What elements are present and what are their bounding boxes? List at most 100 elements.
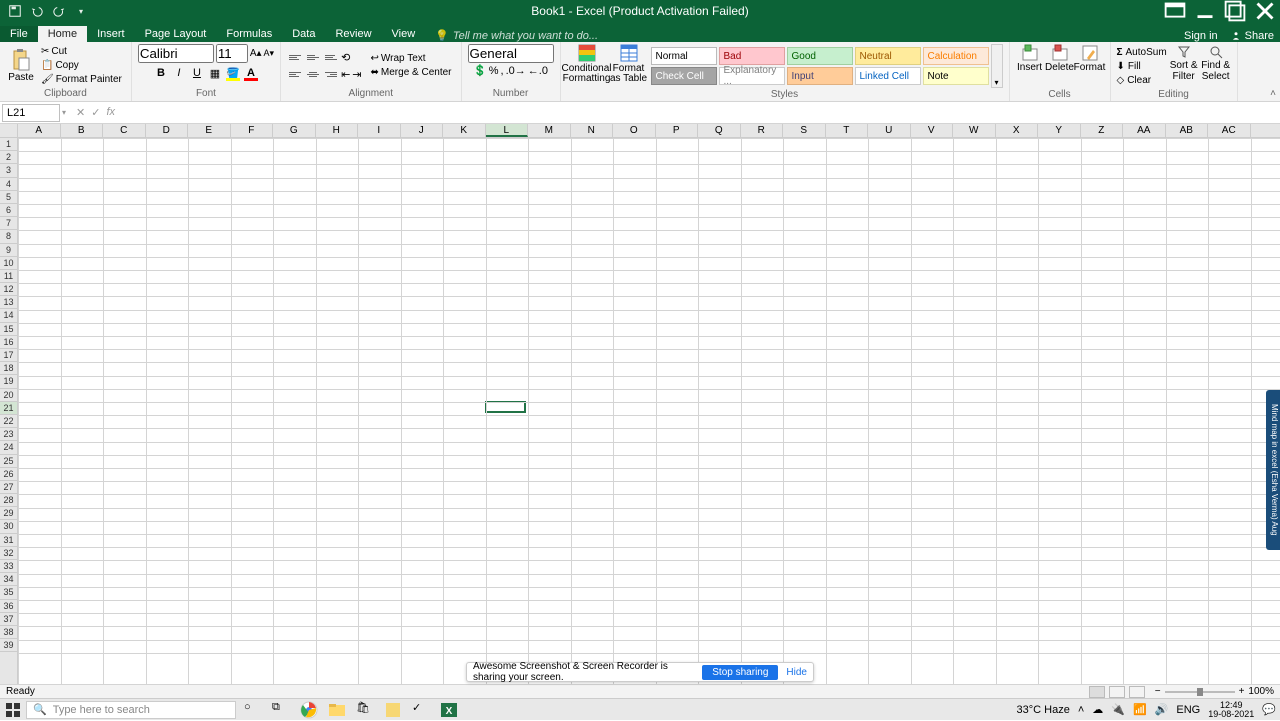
tab-view[interactable]: View: [382, 26, 426, 42]
zoom-in-button[interactable]: +: [1239, 686, 1245, 697]
clear-button[interactable]: ◇Clear: [1117, 74, 1167, 87]
number-format-select[interactable]: [468, 44, 554, 63]
align-right-button[interactable]: [323, 66, 339, 82]
tab-home[interactable]: Home: [38, 26, 87, 42]
task-icon[interactable]: ✓: [412, 701, 430, 719]
column-header[interactable]: AA: [1123, 124, 1166, 137]
row-header[interactable]: 29: [0, 507, 17, 520]
font-name-select[interactable]: [138, 44, 214, 63]
underline-button[interactable]: U: [189, 65, 205, 81]
style-cell[interactable]: Input: [787, 67, 853, 85]
row-header[interactable]: 36: [0, 600, 17, 613]
qat-customize-icon[interactable]: ▾: [74, 4, 88, 18]
row-header[interactable]: 27: [0, 481, 17, 494]
column-header[interactable]: F: [231, 124, 274, 137]
row-header[interactable]: 11: [0, 270, 17, 283]
row-header[interactable]: 35: [0, 586, 17, 599]
decrease-indent-button[interactable]: ⇤: [341, 68, 350, 81]
column-header[interactable]: A: [18, 124, 61, 137]
italic-button[interactable]: I: [171, 65, 187, 81]
percent-format-button[interactable]: %: [489, 65, 499, 77]
align-left-button[interactable]: [287, 66, 303, 82]
row-header[interactable]: 30: [0, 520, 17, 533]
zoom-level[interactable]: 100%: [1248, 686, 1274, 697]
row-header[interactable]: 5: [0, 191, 17, 204]
decrease-font-icon[interactable]: A▾: [264, 48, 275, 59]
row-header[interactable]: 13: [0, 296, 17, 309]
row-header[interactable]: 14: [0, 309, 17, 322]
hide-notice-button[interactable]: Hide: [786, 667, 807, 678]
side-panel-tab[interactable]: Mind map in excel (Esha Verma) Aug: [1266, 390, 1280, 550]
excel-taskbar-icon[interactable]: X: [440, 701, 458, 719]
delete-cells-button[interactable]: Delete: [1046, 44, 1074, 88]
clock[interactable]: 12:49 19-08-2021: [1208, 701, 1254, 719]
row-header[interactable]: 10: [0, 257, 17, 270]
column-header[interactable]: T: [826, 124, 869, 137]
font-size-select[interactable]: [216, 44, 248, 63]
row-header[interactable]: 22: [0, 415, 17, 428]
align-bottom-button[interactable]: [323, 49, 339, 65]
column-header[interactable]: Y: [1038, 124, 1081, 137]
share-button[interactable]: Share: [1230, 30, 1274, 42]
cell-styles-gallery[interactable]: NormalBadGoodNeutralCalculationCheck Cel…: [651, 47, 989, 85]
cells-area[interactable]: [18, 138, 1280, 684]
row-header[interactable]: 2: [0, 151, 17, 164]
column-header[interactable]: R: [741, 124, 784, 137]
style-cell[interactable]: Bad: [719, 47, 785, 65]
select-all-corner[interactable]: [0, 124, 18, 138]
column-header[interactable]: U: [868, 124, 911, 137]
column-header[interactable]: C: [103, 124, 146, 137]
tell-me-search[interactable]: 💡 Tell me what you want to do...: [435, 29, 598, 42]
increase-font-icon[interactable]: A▴: [250, 48, 262, 59]
sticky-notes-icon[interactable]: [384, 701, 402, 719]
column-header[interactable]: I: [358, 124, 401, 137]
file-explorer-icon[interactable]: [328, 701, 346, 719]
stop-sharing-button[interactable]: Stop sharing: [702, 665, 778, 680]
task-view-icon[interactable]: ⧉: [272, 701, 290, 719]
column-header[interactable]: L: [486, 124, 529, 137]
zoom-slider[interactable]: [1165, 691, 1235, 693]
format-cells-button[interactable]: Format: [1076, 44, 1104, 88]
cortana-icon[interactable]: ○: [244, 701, 262, 719]
notifications-icon[interactable]: 💬: [1262, 703, 1276, 716]
comma-format-button[interactable]: ,: [501, 65, 504, 77]
ribbon-display-icon[interactable]: [1160, 0, 1190, 22]
row-header[interactable]: 20: [0, 389, 17, 402]
accounting-format-button[interactable]: 💲: [473, 64, 487, 77]
row-header[interactable]: 23: [0, 428, 17, 441]
row-header[interactable]: 26: [0, 468, 17, 481]
row-header[interactable]: 9: [0, 244, 17, 257]
column-header[interactable]: E: [188, 124, 231, 137]
increase-decimal-button[interactable]: .0→: [506, 65, 526, 77]
style-cell[interactable]: Neutral: [855, 47, 921, 65]
sign-in-link[interactable]: Sign in: [1184, 30, 1218, 42]
column-header[interactable]: G: [273, 124, 316, 137]
power-icon[interactable]: 🔌: [1111, 703, 1125, 716]
row-header[interactable]: 17: [0, 349, 17, 362]
row-header[interactable]: 3: [0, 164, 17, 177]
row-header[interactable]: 34: [0, 573, 17, 586]
column-header[interactable]: O: [613, 124, 656, 137]
redo-icon[interactable]: [52, 4, 66, 18]
row-header[interactable]: 16: [0, 336, 17, 349]
row-header[interactable]: 37: [0, 613, 17, 626]
tab-data[interactable]: Data: [282, 26, 325, 42]
formula-input[interactable]: [125, 104, 1280, 122]
column-header[interactable]: AC: [1208, 124, 1251, 137]
column-header[interactable]: N: [571, 124, 614, 137]
column-header[interactable]: X: [996, 124, 1039, 137]
tab-formulas[interactable]: Formulas: [216, 26, 282, 42]
page-break-view-button[interactable]: [1129, 686, 1145, 698]
cancel-formula-icon[interactable]: ✕: [76, 106, 85, 119]
chrome-icon[interactable]: [300, 701, 318, 719]
row-header[interactable]: 15: [0, 323, 17, 336]
row-headers[interactable]: 1234567891011121314151617181920212223242…: [0, 138, 18, 684]
row-header[interactable]: 32: [0, 547, 17, 560]
language-indicator[interactable]: ENG: [1176, 704, 1200, 716]
bold-button[interactable]: B: [153, 65, 169, 81]
row-header[interactable]: 19: [0, 375, 17, 388]
column-header[interactable]: Z: [1081, 124, 1124, 137]
format-painter-button[interactable]: 🖌Format Painter: [38, 73, 125, 86]
row-header[interactable]: 8: [0, 230, 17, 243]
align-top-button[interactable]: [287, 49, 303, 65]
